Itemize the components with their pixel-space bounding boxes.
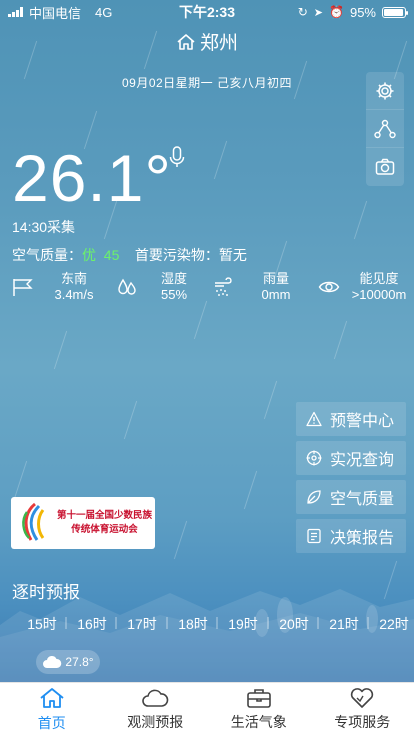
eye-icon [318, 281, 340, 293]
status-bar: 中国电信 4G 下午2:33 ↻ ➤ ⏰ 95% [0, 0, 414, 24]
alarm-icon: ⏰ [329, 5, 344, 19]
rain-icon [215, 277, 232, 296]
banner-line2: 传统体育运动会 [71, 524, 138, 535]
camera-icon [375, 158, 395, 175]
air-quality-line: 空气质量：优 45 首要污染物：暂无 [12, 245, 247, 265]
tab-home-label: 首页 [37, 715, 66, 731]
location-icon: ➤ [313, 6, 324, 19]
air-quality-action-label: 空气质量 [330, 491, 395, 508]
orientation-lock-icon: ↻ [297, 5, 308, 19]
humidity-drops-icon [118, 278, 136, 295]
rainfall-value: 0mm [261, 287, 291, 302]
rainfall-label: 雨量 [262, 271, 289, 286]
hourly-temp-badge: 27.8° [36, 650, 100, 674]
visibility-label: 能见度 [359, 271, 399, 286]
tab-life-label: 生活气象 [230, 714, 287, 730]
primary-pollutant: 首要污染物：暂无 [134, 247, 247, 263]
event-banner[interactable]: 第十一届全国少数民族 传统体育运动会 [11, 497, 155, 549]
live-query-label: 实况查询 [330, 452, 395, 469]
air-quality-value: 45 [103, 247, 120, 263]
collect-time: 14:30采集 [12, 219, 76, 235]
cloud-icon [142, 689, 169, 707]
air-quality-button[interactable]: 空气质量 [296, 480, 406, 514]
hour-tick-marks [65, 617, 369, 629]
current-temperature: 26.1° [12, 141, 172, 215]
microphone-icon [169, 146, 185, 167]
cloud-icon [43, 655, 62, 668]
event-logo-icon [22, 502, 45, 541]
warning-icon [306, 411, 322, 427]
warning-center-label: 预警中心 [330, 413, 395, 430]
city-name: 郑州 [199, 33, 238, 54]
live-query-button[interactable]: 实况查询 [296, 441, 406, 475]
tab-special-label: 专项服务 [334, 714, 391, 730]
visibility-value: >10000m [351, 287, 407, 302]
city-selector[interactable]: 郑州 [0, 28, 414, 55]
action-list: 预警中心 实况查询 空气质量 决策报告 [296, 402, 406, 558]
settings-button[interactable] [366, 72, 404, 110]
side-toolbar [366, 72, 404, 186]
air-quality-label: 空气质量： [12, 247, 82, 263]
tab-observation-forecast[interactable]: 观测预报 [104, 683, 208, 736]
tab-life-weather[interactable]: 生活气象 [207, 683, 311, 736]
briefcase-icon [246, 689, 271, 708]
hourly-forecast-title: 逐时预报 [12, 583, 80, 602]
voice-button[interactable] [168, 146, 186, 175]
tab-home[interactable]: 首页 [0, 683, 104, 736]
humidity-label: 湿度 [160, 271, 187, 286]
gear-icon [376, 82, 394, 99]
wind-speed: 3.4m/s [54, 287, 94, 302]
wind-flag-icon [13, 279, 33, 296]
rainfall-metric: 雨量 0mm [210, 270, 296, 304]
bottom-tab-bar: 首页 观测预报 生活气象 专项服务 [0, 682, 414, 736]
home-icon [177, 33, 195, 50]
metrics-row: 东南 3.4m/s 湿度 55% 雨量 0mm 能见度 >10000m [10, 270, 406, 304]
target-icon [306, 450, 322, 466]
warning-center-button[interactable]: 预警中心 [296, 402, 406, 436]
tab-observation-label: 观测预报 [127, 714, 184, 730]
banner-line1: 第十一届全国少数民族 [57, 510, 153, 521]
visibility-metric: 能见度 >10000m [316, 270, 410, 304]
date-line: 09月02日星期一 己亥八月初四 [121, 76, 293, 90]
air-quality-level: 优 [82, 247, 96, 263]
share-button[interactable] [366, 110, 404, 148]
leaf-icon [307, 490, 321, 504]
humidity-value: 55% [160, 287, 188, 302]
battery-percent: 95% [349, 4, 376, 20]
share-icon [374, 119, 396, 138]
hourly-temp-value: 27.8° [65, 655, 94, 669]
home-icon [40, 688, 64, 708]
report-icon [307, 528, 321, 544]
tab-special-services[interactable]: 专项服务 [311, 683, 414, 736]
camera-button[interactable] [366, 148, 404, 186]
wind-direction: 东南 [60, 271, 87, 286]
decision-report-button[interactable]: 决策报告 [296, 519, 406, 553]
heart-icon [351, 688, 374, 708]
battery-icon [382, 6, 408, 18]
humidity-metric: 湿度 55% [114, 270, 194, 304]
wind-metric: 东南 3.4m/s [10, 270, 98, 304]
decision-report-label: 决策报告 [330, 530, 395, 547]
